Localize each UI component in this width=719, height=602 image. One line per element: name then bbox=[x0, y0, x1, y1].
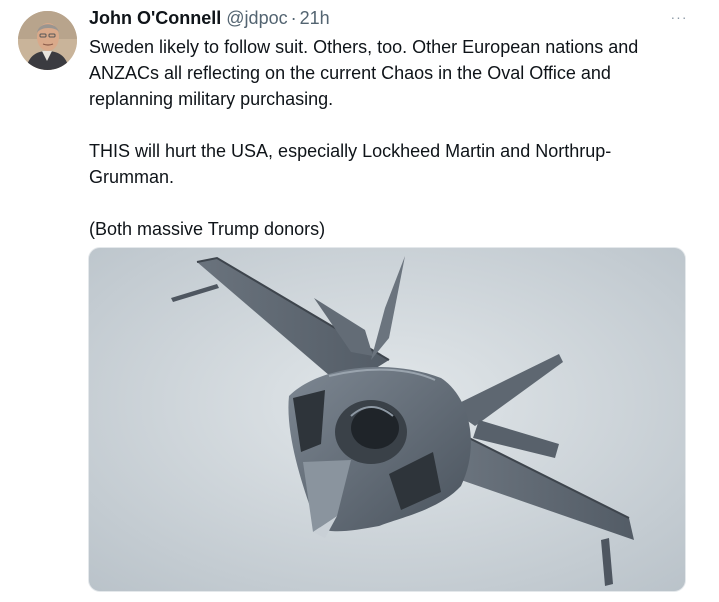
timestamp[interactable]: 21h bbox=[300, 8, 330, 29]
avatar[interactable] bbox=[18, 11, 77, 70]
tweet-paragraph: THIS will hurt the USA, especially Lockh… bbox=[89, 141, 612, 187]
tweet-paragraph: (Both massive Trump donors) bbox=[89, 219, 326, 239]
author-name[interactable]: John O'Connell bbox=[89, 8, 221, 29]
avatar-portrait-image bbox=[18, 11, 77, 70]
tweet[interactable]: John O'Connell @jdpoc · 21h ··· Sweden l… bbox=[0, 0, 719, 602]
tweet-header: John O'Connell @jdpoc · 21h bbox=[89, 8, 330, 32]
fighter-jet-image bbox=[89, 248, 685, 591]
more-options-icon[interactable]: ··· bbox=[666, 6, 692, 28]
separator-dot: · bbox=[290, 8, 297, 28]
author-handle[interactable]: @jdpoc bbox=[226, 8, 287, 29]
tweet-paragraph: Sweden likely to follow suit. Others, to… bbox=[89, 37, 639, 109]
tweet-media-photo[interactable] bbox=[88, 247, 686, 592]
tweet-text: Sweden likely to follow suit. Others, to… bbox=[89, 34, 689, 242]
